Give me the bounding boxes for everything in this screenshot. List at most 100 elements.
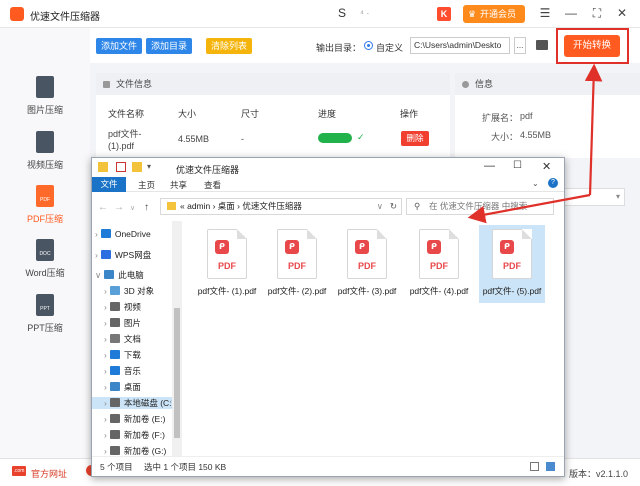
sidebar-item-ppt[interactable]: PPT PPT压缩 — [0, 294, 90, 349]
help-icon[interactable]: ? — [548, 178, 558, 188]
menu-icon[interactable]: ☰ — [537, 6, 553, 20]
address-bar[interactable]: « admin › 桌面 › 优速文件压缩器 ∨ ↻ — [160, 198, 402, 215]
settings-dropdown[interactable]: ▾ — [563, 188, 625, 206]
tree-item-label: OneDrive — [114, 229, 151, 239]
official-site-link[interactable]: 官方网址 — [31, 467, 67, 480]
k-badge-icon[interactable]: K — [437, 7, 451, 21]
column-header-size: 大小 — [178, 109, 197, 119]
refresh-icon[interactable]: ↻ — [390, 199, 397, 214]
sidebar-item-image[interactable]: 图片压缩 — [0, 76, 90, 131]
pdf-file-icon: ᑭ PDF — [207, 229, 247, 279]
forward-icon[interactable]: → — [114, 202, 124, 213]
tree-item-label: WPS网盘 — [114, 250, 152, 260]
minimize-icon[interactable]: — — [563, 6, 579, 20]
tree-item-label: 音乐 — [123, 366, 141, 376]
progress-bar — [318, 133, 352, 143]
file-info-title: 文件信息 — [116, 79, 153, 89]
tree-scrollbar-thumb[interactable] — [174, 308, 180, 438]
up-icon[interactable]: ↑ — [144, 202, 149, 213]
tree-item-downloads[interactable]: › 下载 — [104, 349, 141, 361]
tree-item-wps[interactable]: › WPS网盘 — [95, 249, 151, 261]
drive-icon — [109, 398, 120, 407]
picture-icon — [109, 318, 120, 327]
tree-item-drive-e[interactable]: › 新加卷 (E:) — [104, 413, 165, 425]
crown-icon: ♛ — [468, 9, 477, 19]
drive-icon — [109, 414, 120, 423]
sidebar-item-video[interactable]: 视频压缩 — [0, 131, 90, 186]
properties-icon[interactable] — [116, 162, 126, 172]
clear-list-button[interactable]: 清除列表 — [206, 38, 252, 54]
add-directory-button[interactable]: 添加目录 — [146, 38, 192, 54]
tree-item-music[interactable]: › 音乐 — [104, 365, 141, 377]
custom-radio[interactable] — [364, 41, 373, 50]
file-item[interactable]: ᑭ PDF pdf文件- (2).pdf — [264, 225, 330, 303]
tree-item-desktop[interactable]: › 桌面 — [104, 381, 141, 393]
vip-button[interactable]: ♛ 开通会员 — [463, 5, 525, 23]
file-explorer-window: ▾ 优速文件压缩器 — ☐ ✕ 文件 主页 共享 查看 ⌄ ? ← → ∨ ↑ … — [91, 157, 565, 477]
size-value: 4.55MB — [520, 130, 552, 140]
pdf-logo-icon: ᑭ — [500, 240, 514, 254]
file-item[interactable]: ᑭ PDF pdf文件- (4).pdf — [406, 225, 472, 303]
sidebar-item-word[interactable]: DOC Word压缩 — [0, 239, 90, 294]
address-dropdown-icon[interactable]: ∨ — [377, 199, 383, 214]
delete-button[interactable]: 删除 — [401, 131, 429, 146]
cube-icon — [109, 286, 120, 295]
open-folder-icon[interactable] — [536, 40, 548, 50]
browse-button[interactable]: ... — [514, 37, 526, 54]
tree-item-video[interactable]: › 视频 — [104, 301, 141, 313]
tree-item-this-pc[interactable]: ∨ 此电脑 — [95, 269, 144, 281]
explorer-maximize-icon[interactable]: ☐ — [513, 160, 522, 171]
output-dir-label: 输出目录： — [316, 43, 362, 53]
close-icon[interactable]: ✕ — [614, 6, 630, 20]
new-folder-icon[interactable] — [132, 162, 142, 172]
explorer-minimize-icon[interactable]: — — [484, 160, 495, 172]
tree-item-drive-f[interactable]: › 新加卷 (F:) — [104, 429, 165, 441]
sidebar-item-label: PPT压缩 — [27, 323, 63, 333]
maximize-icon[interactable]: ⛶ — [589, 6, 605, 21]
file-item-selected[interactable]: ᑭ PDF pdf文件- (5).pdf — [479, 225, 545, 303]
tree-item-documents[interactable]: › 文档 — [104, 333, 141, 345]
explorer-navigation: ← → ∨ ↑ « admin › 桌面 › 优速文件压缩器 ∨ ↻ ⚲ 在 优… — [92, 192, 564, 219]
file-item[interactable]: ᑭ PDF pdf文件- (1).pdf — [194, 225, 260, 303]
pdf-file-icon: ᑭ PDF — [347, 229, 387, 279]
column-header-dimension: 尺寸 — [241, 109, 260, 119]
ribbon-expand-icon[interactable]: ⌄ — [532, 179, 539, 188]
tree-item-3d[interactable]: › 3D 对象 — [104, 285, 154, 297]
tree-item-label: 新加卷 (E:) — [123, 414, 166, 424]
title-decoration: ⁴ · — [360, 8, 370, 18]
navigation-tree: › OneDrive › WPS网盘 ∨ 此电脑 › 3D 对象 › 视频 › 图片 › 文档… — [92, 221, 174, 456]
search-input[interactable]: ⚲ 在 优速文件压缩器 中搜索 — [406, 198, 554, 215]
sidebar-item-pdf[interactable]: PDF PDF压缩 — [0, 185, 90, 240]
tree-item-pictures[interactable]: › 图片 — [104, 317, 141, 329]
info-title: 信息 — [475, 79, 494, 89]
pdf-file-icon: ᑭ PDF — [492, 229, 532, 279]
pdf-icon-text: PDF — [503, 261, 521, 271]
drive-icon — [109, 446, 120, 455]
pdf-logo-icon: ᑭ — [427, 240, 441, 254]
tree-item-onedrive[interactable]: › OneDrive — [95, 229, 151, 239]
film-icon — [109, 302, 120, 311]
row-file-name: pdf文件-(1).pdf — [108, 129, 142, 151]
column-header-name: 文件名称 — [108, 109, 145, 119]
info-panel: 信息 扩展名： pdf 大小： 4.55MB — [455, 73, 640, 158]
pdf-logo-icon: ᑭ — [215, 240, 229, 254]
extension-value: pdf — [520, 111, 533, 121]
tree-item-local-disk-c[interactable]: › 本地磁盘 (C:) — [92, 397, 174, 409]
file-name: pdf文件- (3).pdf — [337, 286, 397, 296]
file-item[interactable]: ᑭ PDF pdf文件- (3).pdf — [334, 225, 400, 303]
address-text: « admin › 桌面 › 优速文件压缩器 — [180, 201, 302, 211]
tab-view[interactable]: 查看 — [204, 179, 221, 191]
tab-home[interactable]: 主页 — [138, 179, 155, 191]
back-icon[interactable]: ← — [98, 202, 108, 213]
recent-dropdown-icon[interactable]: ∨ — [130, 204, 135, 212]
tab-share[interactable]: 共享 — [170, 179, 187, 191]
details-view-icon[interactable] — [530, 462, 539, 471]
output-path-input[interactable]: C:\Users\admin\Deskto — [410, 37, 510, 54]
add-file-button[interactable]: 添加文件 — [96, 38, 142, 54]
pdf-file-icon: PDF — [36, 185, 54, 207]
tab-file[interactable]: 文件 — [92, 177, 126, 192]
quick-access-dropdown-icon[interactable]: ▾ — [147, 162, 151, 171]
explorer-close-icon[interactable]: ✕ — [542, 160, 551, 173]
music-icon — [109, 366, 120, 375]
large-icons-view-icon[interactable] — [546, 462, 555, 471]
